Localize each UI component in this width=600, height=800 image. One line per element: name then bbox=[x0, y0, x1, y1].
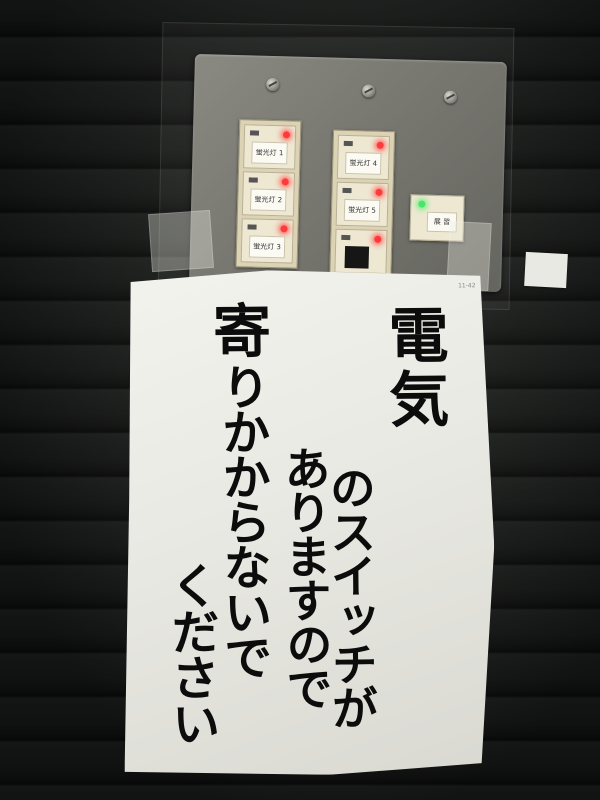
light-switch-3[interactable]: 蛍光灯 3 bbox=[240, 218, 294, 264]
led-green-icon bbox=[418, 200, 426, 208]
screw-icon bbox=[361, 84, 376, 98]
white-tape-tag bbox=[524, 251, 568, 289]
switch-label: 蛍光灯 3 bbox=[248, 235, 286, 259]
sign-line-please: ください bbox=[161, 560, 220, 746]
led-red-icon bbox=[375, 188, 383, 196]
led-red-icon bbox=[374, 235, 382, 243]
switch-bank-left: 蛍光灯 1 蛍光灯 2 蛍光灯 3 bbox=[235, 119, 302, 269]
led-red-icon bbox=[281, 178, 289, 186]
switch-label: 蛍光灯 1 bbox=[251, 141, 288, 165]
fine-print: 11-42 bbox=[458, 282, 476, 290]
led-red-icon bbox=[282, 131, 291, 139]
sign-line-electricity: 電気 bbox=[377, 303, 450, 433]
screw-icon bbox=[266, 77, 280, 92]
tape-strip bbox=[148, 209, 214, 273]
blank-switch-cover bbox=[344, 245, 370, 269]
switch-label: 蛍光灯 2 bbox=[249, 188, 287, 212]
indicator-pip-icon bbox=[341, 234, 351, 241]
screw-icon bbox=[443, 90, 458, 104]
switch-label: 蛍光灯 5 bbox=[343, 198, 381, 222]
indicator-pip-icon bbox=[342, 187, 352, 194]
indicator-pip-icon bbox=[249, 130, 260, 136]
switch-label: 蛍光灯 4 bbox=[344, 151, 382, 175]
switch-bank-middle: 蛍光灯 4 蛍光灯 5 bbox=[329, 129, 396, 280]
light-switch-blank[interactable] bbox=[334, 228, 388, 275]
led-red-icon bbox=[280, 225, 288, 233]
light-switch-4[interactable]: 蛍光灯 4 bbox=[336, 134, 390, 181]
light-switch-1[interactable]: 蛍光灯 1 bbox=[243, 124, 297, 170]
indicator-pip-icon bbox=[248, 177, 258, 183]
led-red-icon bbox=[376, 141, 384, 149]
light-switch-5[interactable]: 蛍光灯 5 bbox=[335, 181, 389, 228]
sign-line-lean-head: 寄 bbox=[202, 300, 272, 360]
light-switch-2[interactable]: 蛍光灯 2 bbox=[241, 171, 295, 217]
warning-sign: 11-42 電気 のスイッチが ありますので 寄 りかからないで ください bbox=[119, 268, 496, 777]
sign-line-there-is: ありますので bbox=[277, 444, 334, 710]
indicator-pip-icon bbox=[247, 224, 257, 230]
indicator-pip-icon bbox=[343, 140, 353, 147]
